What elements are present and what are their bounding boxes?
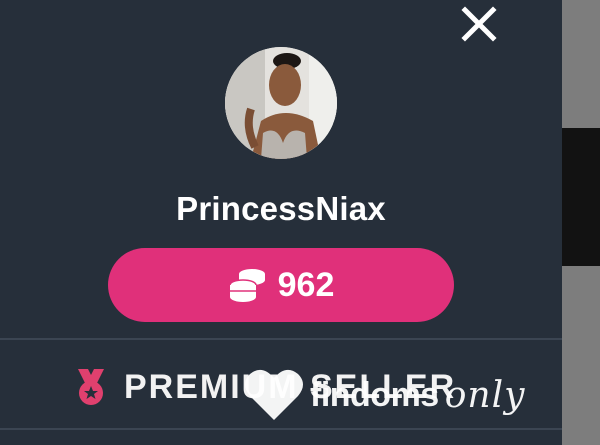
watermark: findoms only (244, 360, 525, 430)
coins-stack-icon (228, 269, 265, 302)
background-strip (562, 0, 600, 445)
watermark-brand-script: only (444, 374, 526, 416)
heart-icon (245, 369, 303, 420)
profile-panel: PrincessNiax 962 PREMIUM SELLER findoms … (0, 0, 562, 445)
avatar-photo (225, 47, 337, 159)
watermark-brand-word: findoms (310, 375, 439, 414)
close-icon (461, 6, 497, 42)
coin-balance-button[interactable]: 962 (108, 248, 454, 322)
avatar[interactable] (225, 47, 337, 159)
coin-balance: 962 (277, 265, 335, 304)
close-button[interactable] (454, 0, 504, 48)
background-strip-dark (562, 128, 600, 266)
username: PrincessNiax (176, 190, 386, 227)
divider (0, 338, 562, 340)
medal-ribbon-icon (78, 369, 104, 405)
